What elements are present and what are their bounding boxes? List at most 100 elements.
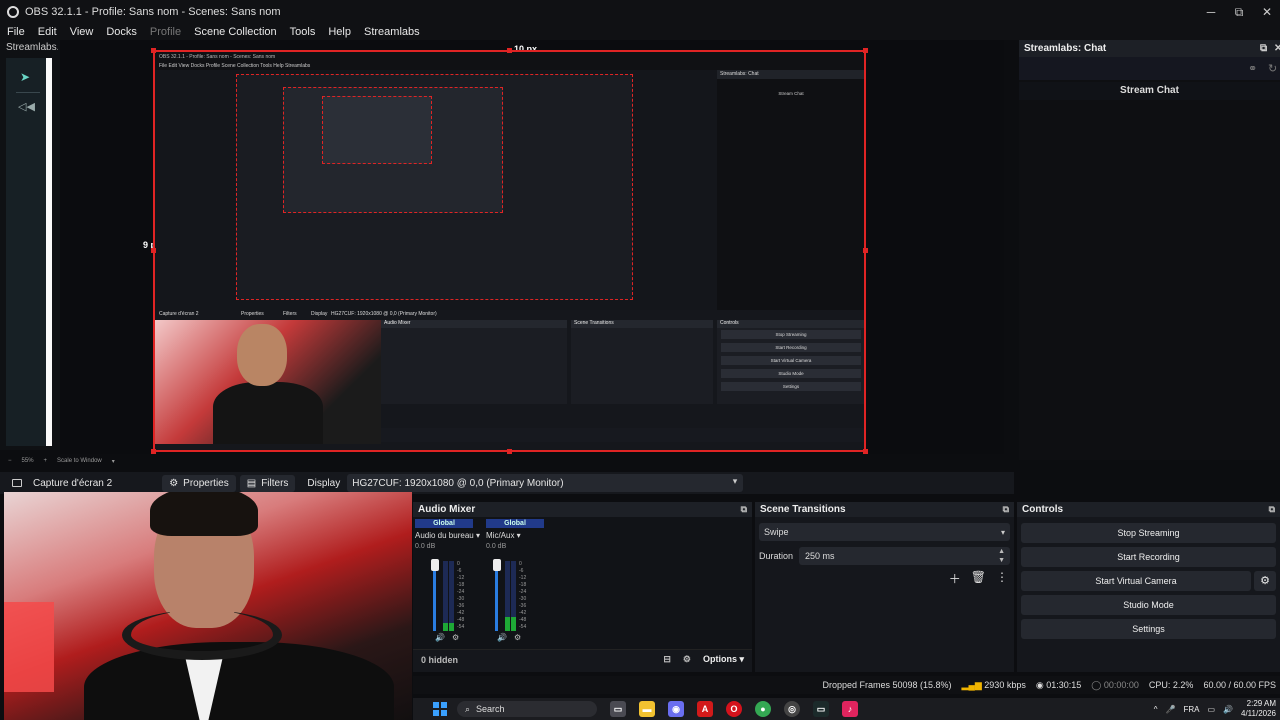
streamlabs-logo-icon: ◁◀ xyxy=(18,101,35,113)
microphone-icon[interactable]: 🎤 xyxy=(1166,705,1176,714)
speaker-icon[interactable]: 🔊 xyxy=(435,633,445,642)
nested-mixer-title: Audio Mixer xyxy=(384,320,411,326)
popout-icon[interactable]: ⧉ xyxy=(1269,502,1275,517)
link-icon[interactable]: ⚭ xyxy=(1248,62,1257,75)
menu-edit[interactable]: Edit xyxy=(38,26,57,38)
options-button[interactable]: Options ▾ xyxy=(703,654,744,665)
volume-fader[interactable] xyxy=(433,561,436,631)
menu-view[interactable]: View xyxy=(70,26,94,38)
resize-handle-t[interactable] xyxy=(507,48,512,53)
preview-zoom-bar: − 55% + Scale to Window ▾ xyxy=(0,454,160,468)
chat-close-button[interactable]: ✕ xyxy=(1274,40,1280,57)
spin-arrows-icon[interactable]: ▲ ▼ xyxy=(998,547,1005,565)
menu-streamlabs[interactable]: Streamlabs xyxy=(364,26,420,38)
resize-handle-b[interactable] xyxy=(507,449,512,454)
clock[interactable]: 2:29 AM 4/11/2026 xyxy=(1241,699,1276,719)
global-badge: Global xyxy=(486,519,544,528)
network-icon[interactable]: ▭ xyxy=(1207,705,1215,714)
zoom-out-icon[interactable]: − xyxy=(8,458,12,464)
speaker-icon[interactable]: 🔊 xyxy=(497,633,507,642)
resize-handle-tr[interactable] xyxy=(863,48,868,53)
menu-scene-collection[interactable]: Scene Collection xyxy=(194,26,277,38)
task-view-icon[interactable]: ▭ xyxy=(610,701,626,717)
close-button[interactable]: ✕ xyxy=(1252,0,1280,24)
menu-docks[interactable]: Docks xyxy=(106,26,137,38)
file-explorer-icon[interactable]: ▬ xyxy=(639,701,655,717)
resize-handle-tl[interactable] xyxy=(151,48,156,53)
obs-icon[interactable]: ◎ xyxy=(784,701,800,717)
send-icon[interactable]: ➤ xyxy=(20,70,30,84)
properties-button[interactable]: ⚙ Properties xyxy=(162,474,236,492)
duration-value: 250 ms xyxy=(805,551,835,561)
gear-icon[interactable]: ⚙ xyxy=(514,633,521,642)
start-virtual-camera-button[interactable]: Start Virtual Camera xyxy=(1021,571,1251,591)
properties-label: Properties xyxy=(183,477,229,489)
system-tray: ^ 🎤 FRA ▭ 🔊 2:29 AM 4/11/2026 xyxy=(1154,698,1276,720)
windows-taskbar: ⌕ Search ▭ ▬ ◉ A O ● ◎ ▭ ♪ ^ 🎤 FRA ▭ 🔊 2… xyxy=(413,698,1280,720)
stop-streaming-button[interactable]: Stop Streaming xyxy=(1021,523,1276,543)
display-select[interactable]: HG27CUF: 1920x1080 @ 0,0 (Primary Monito… xyxy=(347,474,744,492)
level-fill-mic-r xyxy=(511,617,516,631)
popout-icon[interactable]: ⧉ xyxy=(741,502,747,517)
start-recording-button[interactable]: Start Recording xyxy=(1021,547,1276,567)
nested-properties: Properties xyxy=(241,311,264,317)
amd-icon[interactable]: A xyxy=(697,701,713,717)
tiktok-icon[interactable]: ♪ xyxy=(842,701,858,717)
duration-row: Duration 250 ms ▲ ▼ xyxy=(759,547,1010,565)
channel-desktop-audio: Global Audio du bureau ▾ 0.0 dB xyxy=(415,519,480,550)
streamlabs-left-dock: Streamlabs... ✕ ➤ ◁◀ xyxy=(0,40,60,450)
level-meter xyxy=(449,561,454,631)
popout-icon[interactable]: ⧉ xyxy=(1003,502,1009,517)
opera-icon[interactable]: O xyxy=(726,701,742,717)
terminal-icon[interactable]: ▭ xyxy=(813,701,829,717)
menu-help[interactable]: Help xyxy=(328,26,351,38)
maximize-button[interactable]: ⧉ xyxy=(1224,0,1254,24)
discord-icon[interactable]: ◉ xyxy=(668,701,684,717)
language-indicator[interactable]: FRA xyxy=(1183,705,1199,714)
add-icon[interactable]: ＋ xyxy=(949,570,961,587)
mixer-footer: 0 hidden ⊟ ⚙ Options ▾ xyxy=(413,649,752,670)
taskbar-search[interactable]: ⌕ Search xyxy=(457,701,597,717)
streamlabs-dock-tab[interactable]: Streamlabs... ✕ xyxy=(6,42,58,56)
menu-file[interactable]: File xyxy=(7,26,25,38)
advanced-audio-icon[interactable]: ⚙ xyxy=(683,654,691,665)
menu-profile[interactable]: Profile xyxy=(150,26,181,38)
trash-icon[interactable]: 🗑 xyxy=(971,570,986,587)
level-fill-mic xyxy=(505,617,510,631)
channel-name-select[interactable]: Audio du bureau ▾ xyxy=(415,531,480,540)
chevron-up-icon[interactable]: ^ xyxy=(1154,705,1158,714)
chevron-down-icon: ▾ xyxy=(1000,527,1005,537)
studio-mode-button[interactable]: Studio Mode xyxy=(1021,595,1276,615)
transition-select[interactable]: Swipe ▾ xyxy=(759,523,1010,541)
chevron-down-icon[interactable]: ▾ xyxy=(112,458,115,465)
duration-spinbox[interactable]: 250 ms ▲ ▼ xyxy=(799,547,1010,565)
gear-icon[interactable]: ⚙ xyxy=(452,633,459,642)
more-vertical-icon[interactable]: ⋮ xyxy=(996,570,1008,587)
controls-header: Controls ⧉ xyxy=(1017,502,1280,517)
transition-actions: ＋ 🗑 ⋮ xyxy=(949,570,1008,587)
fader-knob[interactable] xyxy=(493,559,501,571)
volume-icon[interactable]: 🔊 xyxy=(1223,705,1233,714)
settings-button[interactable]: Settings xyxy=(1021,619,1276,639)
gear-icon[interactable]: ⚙ xyxy=(1254,571,1276,591)
scale-to-window-select[interactable]: Scale to Window xyxy=(57,458,102,464)
chat-popout-button[interactable]: ⧉ xyxy=(1260,40,1267,57)
resize-handle-br[interactable] xyxy=(863,449,868,454)
windows-start-icon[interactable] xyxy=(433,702,447,716)
volume-fader[interactable] xyxy=(495,561,498,631)
minimize-button[interactable]: ─ xyxy=(1196,0,1226,24)
refresh-icon[interactable]: ↻ xyxy=(1268,62,1277,75)
chrome-icon[interactable]: ● xyxy=(755,701,771,717)
filters-button[interactable]: ▤ Filters xyxy=(239,474,296,492)
zoom-in-icon[interactable]: + xyxy=(44,458,48,464)
channel-name-select[interactable]: Mic/Aux ▾ xyxy=(486,531,544,540)
selected-source-frame[interactable]: OBS 32.1.1 - Profile: Sans nom - Scenes:… xyxy=(153,50,866,452)
menu-tools[interactable]: Tools xyxy=(290,26,316,38)
resize-handle-l[interactable] xyxy=(151,248,156,253)
layout-icon[interactable]: ⊟ xyxy=(663,654,671,665)
preview-canvas[interactable]: 10 px 9 px OBS 32.1.1 - Profile: Sans no… xyxy=(60,40,1004,454)
filter-icon: ▤ xyxy=(246,477,257,489)
resize-handle-r[interactable] xyxy=(863,248,868,253)
fader-knob[interactable] xyxy=(431,559,439,571)
search-icon: ⌕ xyxy=(465,703,471,714)
